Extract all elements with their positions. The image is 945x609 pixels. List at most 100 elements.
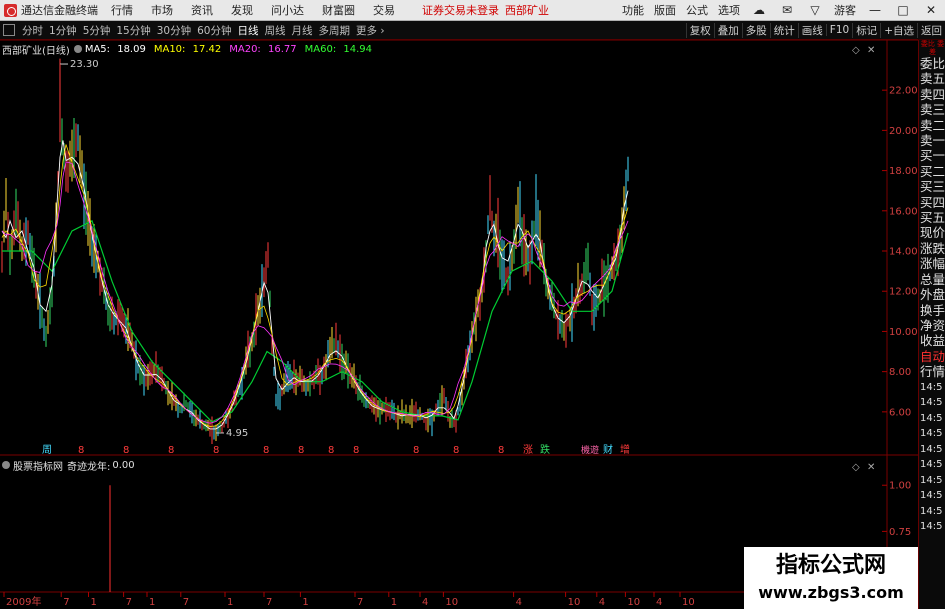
- sidebar-item-buy5[interactable]: 买五: [919, 210, 945, 225]
- ma10-label: MA10: 17.42: [154, 44, 225, 55]
- ma10-line: [1, 144, 629, 427]
- tick-time: 14:5: [920, 443, 943, 455]
- x-tick-label: 7: [63, 597, 69, 608]
- signal-mark: 8: [353, 445, 359, 456]
- x-tick-label: 4: [422, 597, 428, 608]
- signal-mark: 财: [603, 443, 613, 456]
- sidebar-item-change-pct[interactable]: 涨幅: [919, 256, 945, 271]
- sidebar-header: 委比 委差: [920, 40, 945, 56]
- x-tick-label: 7: [183, 597, 189, 608]
- sidebar-item-auto[interactable]: 自动: [919, 349, 945, 364]
- signal-mark: 8: [263, 445, 269, 456]
- x-tick-label: 1: [302, 597, 308, 608]
- close-sub-icon[interactable]: ✕: [867, 462, 875, 473]
- tick-time: 14:5: [920, 521, 943, 533]
- x-tick-label: 7: [266, 597, 272, 608]
- site-watermark: 指标公式网 www.zbgs3.com: [744, 547, 918, 609]
- sub-y-tick-label: 0.75: [889, 527, 911, 538]
- y-tick-label: 6.00: [889, 407, 911, 418]
- signal-mark: 8: [298, 445, 304, 456]
- y-tick-label: 8.00: [889, 367, 911, 378]
- close-chart-icon[interactable]: ✕: [867, 45, 875, 56]
- sub-diamond-icon[interactable]: ◇: [852, 462, 860, 473]
- diamond-icon[interactable]: ◇: [852, 45, 860, 56]
- sidebar-item-price[interactable]: 现价: [919, 225, 945, 240]
- x-tick-label: 4: [656, 597, 662, 608]
- sidebar-item-buy2[interactable]: 买二: [919, 164, 945, 179]
- watermark-url: www.zbgs3.com: [758, 583, 904, 602]
- ma20-value: 16.77: [267, 43, 297, 55]
- signal-mark: 8: [453, 445, 459, 456]
- tick-time: 14:5: [920, 397, 943, 409]
- sidebar-item-change[interactable]: 涨跌: [919, 241, 945, 256]
- sidebar-item-weibi[interactable]: 委比: [919, 56, 945, 71]
- x-tick-label: 1: [391, 597, 397, 608]
- sidebar-item-sell3[interactable]: 卖三: [919, 102, 945, 117]
- x-tick-label: 1: [91, 597, 97, 608]
- ma5-label: MA5: 18.09: [85, 44, 150, 55]
- signal-mark: 跌: [540, 443, 550, 456]
- tick-time: 14:5: [920, 490, 943, 502]
- ma10-value: 17.42: [192, 43, 222, 55]
- ma60-value: 14.94: [343, 43, 373, 55]
- sidebar-item-buy1[interactable]: 买一: [919, 148, 945, 163]
- y-tick-label: 22.00: [889, 86, 918, 97]
- y-tick-label: 10.00: [889, 327, 918, 338]
- ma20-name: MA20:: [229, 43, 261, 55]
- sidebar-item-outer[interactable]: 外盘: [919, 287, 945, 302]
- signal-mark: 8: [123, 445, 129, 456]
- y-tick-label: 12.00: [889, 287, 918, 298]
- sidebar-item-net-assets[interactable]: 净资: [919, 318, 945, 333]
- x-tick-label: 10: [445, 597, 458, 608]
- ma5-name: MA5:: [84, 43, 111, 55]
- tick-time: 14:5: [920, 474, 943, 486]
- x-tick-label: 10: [682, 597, 695, 608]
- signal-mark: 8: [328, 445, 334, 456]
- indicator-legend: 股票指标网 奇迹龙年: 0.00: [2, 459, 135, 473]
- watermark-title: 指标公式网: [775, 553, 886, 578]
- ma5-line: [1, 140, 629, 430]
- quote-sidebar: 委比 委差 委比 卖五 卖四 卖三 卖二 卖一 买一 买二 买三 买四 买五 现…: [918, 40, 945, 609]
- tick-time: 14:5: [920, 505, 943, 517]
- ma20-line: [1, 161, 629, 424]
- min-price-label: 4.95: [226, 428, 248, 439]
- tick-time: 14:5: [920, 381, 943, 393]
- sidebar-item-turnover[interactable]: 换手: [919, 303, 945, 318]
- tool-back[interactable]: 返回: [917, 22, 945, 38]
- signal-mark: 8: [168, 445, 174, 456]
- x-tick-label: 2009年: [6, 595, 41, 608]
- y-tick-label: 18.00: [889, 166, 918, 177]
- x-tick-label: 7: [126, 597, 132, 608]
- indicator-name: 股票指标网: [13, 461, 63, 473]
- tick-time: 14:5: [920, 459, 943, 471]
- sidebar-item-sell4[interactable]: 卖四: [919, 87, 945, 102]
- indicator-label: 奇迹龙年:: [67, 461, 111, 473]
- signal-mark: 8: [213, 445, 219, 456]
- sidebar-item-buy4[interactable]: 买四: [919, 195, 945, 210]
- sidebar-item-earnings[interactable]: 收益: [919, 333, 945, 348]
- sidebar-item-sell5[interactable]: 卖五: [919, 71, 945, 86]
- sidebar-item-buy3[interactable]: 买三: [919, 179, 945, 194]
- sidebar-item-sell1[interactable]: 卖一: [919, 133, 945, 148]
- y-tick-label: 14.00: [889, 247, 918, 258]
- sidebar-item-sell2[interactable]: 卖二: [919, 118, 945, 133]
- indicator-value: 0.00: [112, 459, 135, 471]
- max-price-label: 23.30: [70, 59, 99, 70]
- settings-icon[interactable]: [73, 45, 82, 53]
- x-tick-label: 1: [227, 597, 233, 608]
- signal-mark: 8: [498, 445, 504, 456]
- y-tick-label: 16.00: [889, 206, 918, 217]
- indicator-settings-icon[interactable]: [2, 461, 10, 469]
- kline-chart[interactable]: 22.0020.0018.0016.0014.0012.0010.008.006…: [0, 0, 918, 609]
- signal-mark: 涨: [523, 444, 533, 456]
- sidebar-item-volume[interactable]: 总量: [919, 272, 945, 287]
- close-icon[interactable]: ✕: [917, 3, 945, 17]
- ma-legend: 西部矿业(日线) MA5: 18.09 MA10: 17.42 MA20: 16…: [2, 42, 380, 57]
- sidebar-item-quotes[interactable]: 行情: [919, 364, 945, 379]
- sub-y-tick-label: 1.00: [889, 481, 911, 492]
- signal-mark: 機遊: [581, 444, 599, 456]
- signal-mark: 增: [620, 443, 630, 456]
- chart-title: 西部矿业(日线): [2, 45, 70, 57]
- ma10-name: MA10:: [153, 43, 186, 55]
- x-tick-label: 10: [627, 597, 640, 608]
